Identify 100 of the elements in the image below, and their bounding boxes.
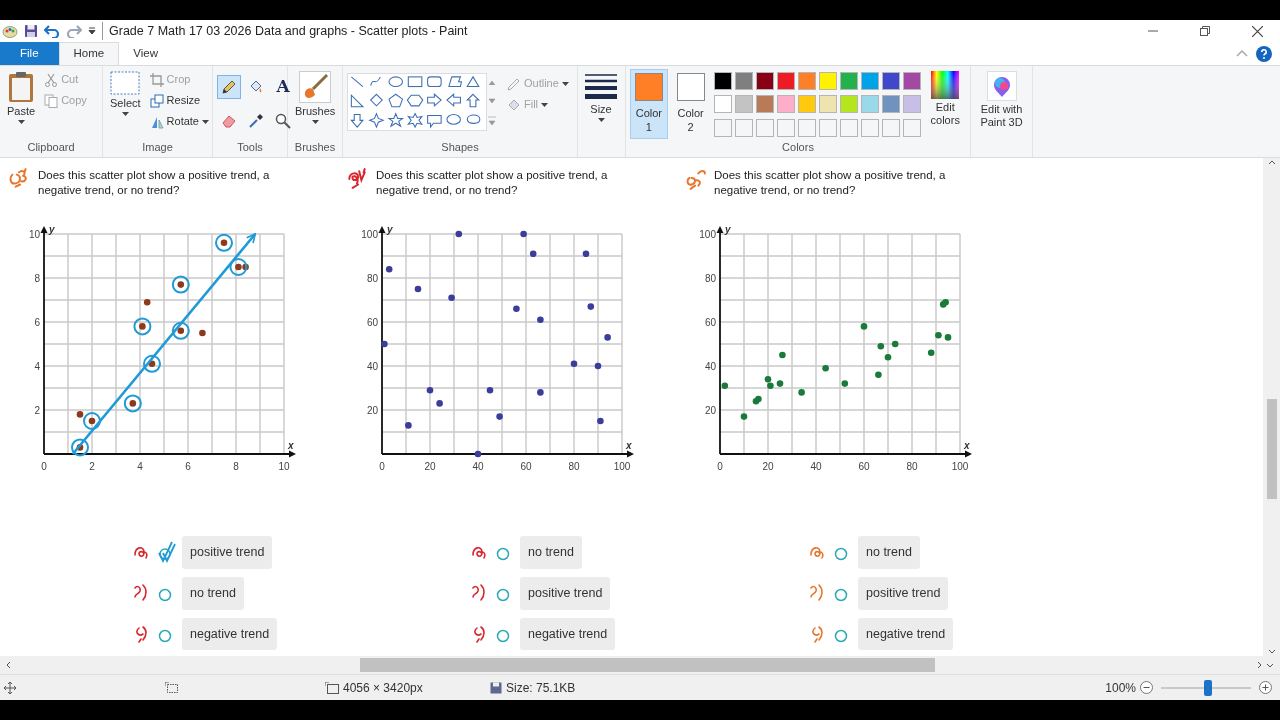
undo-icon[interactable] [44, 24, 60, 38]
palette-swatch[interactable] [818, 95, 837, 114]
x-tick-label: 100 [951, 461, 969, 472]
caret-icon [311, 120, 319, 125]
answer-option: negative trend [858, 617, 954, 651]
y-tick-label: 20 [704, 405, 716, 416]
x-tick-label: 0 [717, 461, 723, 472]
scroll-right-icon[interactable] [1257, 661, 1262, 669]
size-button[interactable]: Size [582, 69, 620, 157]
empty-palette-slot[interactable] [818, 118, 837, 137]
slider-thumb[interactable] [1204, 679, 1213, 696]
empty-palette-slot[interactable] [776, 118, 795, 137]
caret-icon [202, 119, 209, 124]
y-axis-label: y [49, 224, 55, 235]
caret-icon [541, 102, 549, 107]
zoom-out-icon[interactable] [1140, 681, 1153, 694]
file-menu-tab[interactable]: File [0, 42, 59, 65]
text-tool-button[interactable]: A [271, 75, 295, 99]
x-tick-label: 8 [233, 461, 239, 472]
collapse-ribbon-icon[interactable] [1236, 50, 1248, 57]
paste-button[interactable]: Paste [4, 69, 39, 139]
answer-option: no trend [520, 536, 582, 569]
fill-bucket-icon [507, 97, 521, 112]
scroll-left-icon[interactable] [6, 661, 11, 669]
color-slot-button[interactable]: Color 2 [671, 69, 710, 139]
paint-bucket-icon [248, 79, 264, 95]
x-tick-label: 0 [379, 461, 385, 472]
dropdown-caret-icon[interactable] [88, 27, 96, 35]
palette-swatch[interactable] [755, 72, 774, 90]
file-size: Size: 75.1KB [506, 679, 576, 697]
y-tick-label: 40 [704, 361, 716, 372]
resize-button[interactable]: Resize [147, 90, 211, 111]
empty-palette-slot[interactable] [839, 118, 858, 137]
palette-swatch[interactable] [860, 72, 879, 90]
y-tick-label: 100 [699, 229, 716, 240]
group-label: Brushes [293, 140, 337, 155]
empty-palette-slot[interactable] [860, 118, 879, 137]
x-tick-label: 40 [810, 461, 822, 472]
palette-swatch[interactable] [860, 95, 879, 114]
empty-palette-slot[interactable] [734, 118, 753, 137]
empty-palette-slot[interactable] [713, 118, 732, 137]
zoom-slider[interactable] [1161, 679, 1251, 696]
palette-swatch[interactable] [776, 95, 795, 114]
paintbrush-icon [299, 71, 332, 103]
palette-swatch[interactable] [818, 72, 837, 90]
empty-palette-slot[interactable] [902, 118, 921, 137]
palette-swatch[interactable] [881, 95, 900, 114]
color-picker-icon [248, 112, 264, 129]
y-tick-label: 8 [34, 273, 40, 284]
edit-colors-button[interactable]: Edit colors [924, 69, 966, 139]
pencil-tool-button[interactable] [217, 75, 241, 99]
scissors-icon [44, 72, 59, 87]
empty-palette-slot[interactable] [881, 118, 900, 137]
palette-swatch[interactable] [839, 72, 858, 90]
help-icon[interactable] [1256, 45, 1272, 62]
select-button[interactable]: Select [107, 69, 144, 139]
ribbon-tab[interactable]: View [119, 42, 172, 65]
answer-option: no trend [858, 536, 920, 569]
x-tick-label: 4 [137, 461, 143, 472]
palette-swatch[interactable] [776, 72, 795, 90]
palette-swatch[interactable] [755, 95, 774, 114]
scroll-up-icon[interactable] [1267, 160, 1276, 165]
paint-3d-icon [986, 71, 1017, 101]
window-title: Grade 7 Math 17 03 2026 Data and graphs - Scatter plots - Paint [102, 21, 468, 41]
ribbon-tab[interactable]: Home [58, 42, 120, 65]
color-spectrum-icon [931, 71, 960, 99]
palette-swatch[interactable] [713, 72, 732, 90]
edit-with-paint-3d-button[interactable]: Edit with Paint 3D [975, 69, 1028, 132]
empty-palette-slot[interactable] [755, 118, 774, 137]
save-icon[interactable] [24, 24, 38, 38]
x-tick-label: 60 [520, 461, 532, 472]
y-tick-label: 10 [28, 229, 40, 240]
crop-icon [149, 72, 164, 87]
palette-swatch[interactable] [881, 72, 900, 90]
scrollbar-thumb[interactable] [1266, 399, 1277, 499]
palette-swatch[interactable] [713, 95, 732, 114]
palette-swatch[interactable] [902, 72, 921, 90]
color-slot-button[interactable]: Color 1 [630, 69, 668, 139]
x-tick-label: 0 [41, 461, 47, 472]
shape-gallery-drawing[interactable] [347, 73, 487, 131]
redo-icon[interactable] [66, 24, 82, 38]
rotate-button[interactable]: Rotate [147, 111, 211, 132]
palette-swatch[interactable] [902, 95, 921, 114]
zoom-level: 100% [1105, 679, 1136, 697]
palette-swatch[interactable] [839, 95, 858, 114]
y-tick-label: 100 [361, 229, 378, 240]
palette-swatch[interactable] [797, 72, 816, 90]
paint-app-icon[interactable] [2, 23, 18, 39]
palette-swatch[interactable] [797, 95, 816, 114]
y-tick-label: 80 [366, 273, 378, 284]
palette-swatch[interactable] [734, 72, 753, 90]
scrollbar-thumb[interactable] [360, 658, 935, 672]
brushes-button[interactable]: Brushes [292, 69, 339, 139]
caret-icon [561, 81, 569, 86]
outline-pen-icon [507, 76, 521, 91]
caret-icon [597, 118, 605, 123]
caret-icon [121, 112, 129, 117]
empty-palette-slot[interactable] [797, 118, 816, 137]
zoom-in-icon[interactable] [1259, 681, 1272, 694]
palette-swatch[interactable] [734, 95, 753, 114]
